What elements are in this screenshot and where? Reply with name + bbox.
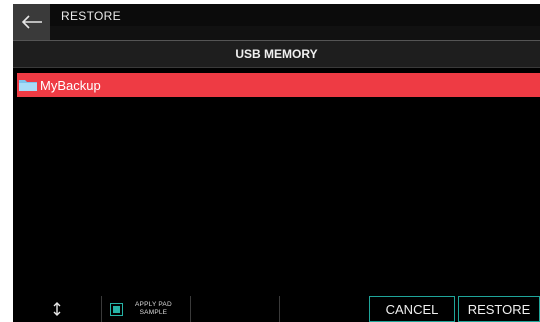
section-header: USB MEMORY (13, 41, 540, 67)
list-item-label: MyBackup (40, 77, 101, 93)
empty-slot (191, 296, 279, 322)
list-item[interactable]: MyBackup (17, 73, 540, 97)
title-bar-lower (50, 26, 540, 40)
folder-icon (19, 80, 37, 91)
up-down-arrow-icon (53, 302, 61, 316)
apply-pad-sample-checkbox[interactable] (110, 302, 123, 316)
scroll-button[interactable] (13, 296, 101, 322)
bottom-toolbar: APPLY PAD SAMPLE CANCEL RESTORE (13, 296, 540, 322)
apply-pad-sample-toggle[interactable]: APPLY PAD SAMPLE (102, 296, 190, 322)
empty-slot (280, 296, 368, 322)
restore-screen: RESTORE USB MEMORY MyBackup APPLY PAD SA… (13, 4, 540, 322)
file-list: MyBackup (13, 70, 540, 296)
divider (13, 67, 540, 68)
back-arrow-icon (21, 15, 42, 29)
back-button[interactable] (13, 4, 50, 40)
page-title: RESTORE (61, 9, 121, 23)
apply-pad-sample-label: APPLY PAD SAMPLE (135, 301, 172, 316)
cancel-button[interactable]: CANCEL (369, 296, 455, 322)
restore-button[interactable]: RESTORE (458, 296, 540, 322)
checkbox-fill (113, 305, 120, 313)
